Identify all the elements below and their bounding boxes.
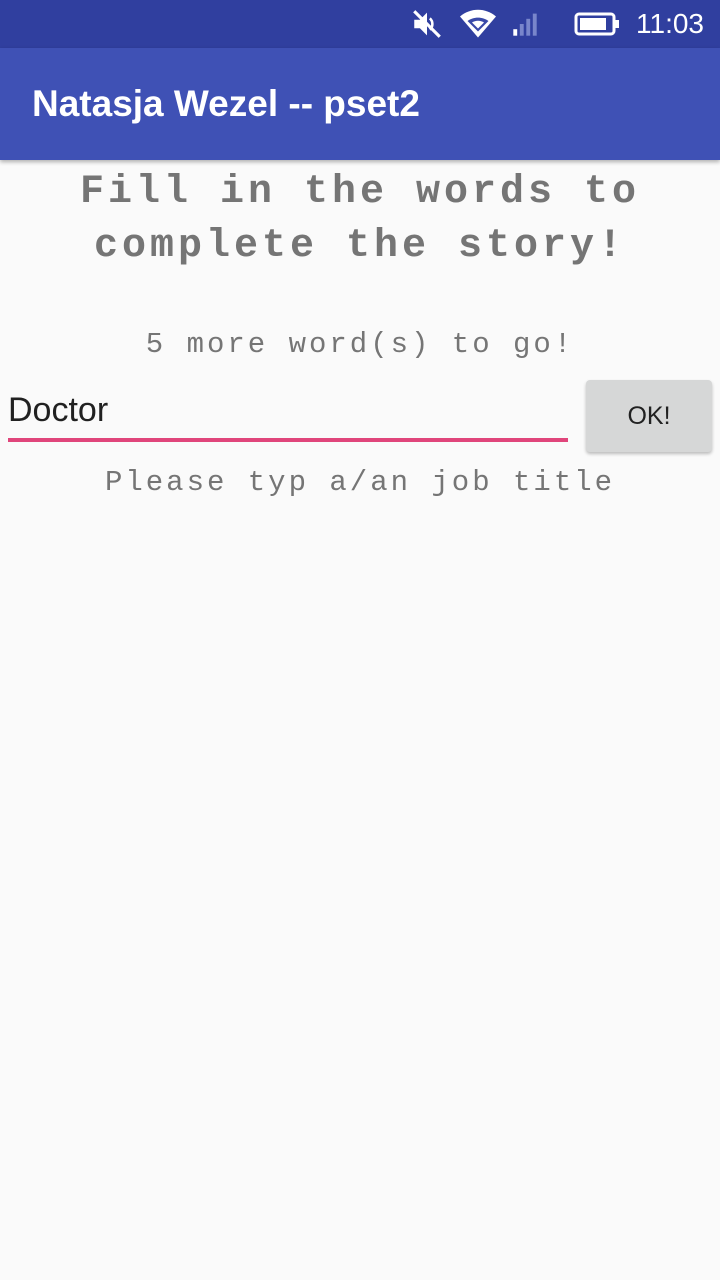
wifi-icon [460, 8, 496, 40]
instruction-heading-line-1: Fill in the words to [79, 170, 641, 215]
mute-icon [410, 7, 444, 41]
ok-button[interactable]: OK! [586, 380, 712, 452]
word-type-hint: Please typ a/an job title [104, 466, 616, 499]
app-title: Natasja Wezel -- pset2 [32, 83, 420, 124]
remaining-words-counter: 5 more word(s) to go! [145, 328, 575, 361]
status-bar: 11:03 [0, 0, 720, 48]
signal-icon [512, 11, 538, 37]
word-input[interactable] [8, 382, 568, 442]
status-icons: 11:03 [410, 0, 704, 48]
instruction-heading-line-2: complete the story! [93, 224, 627, 269]
app-bar: Natasja Wezel -- pset2 [0, 48, 720, 160]
status-time: 11:03 [636, 8, 704, 39]
instruction-heading: Fill in the words to complete the story! [0, 166, 720, 274]
battery-icon [574, 11, 620, 37]
